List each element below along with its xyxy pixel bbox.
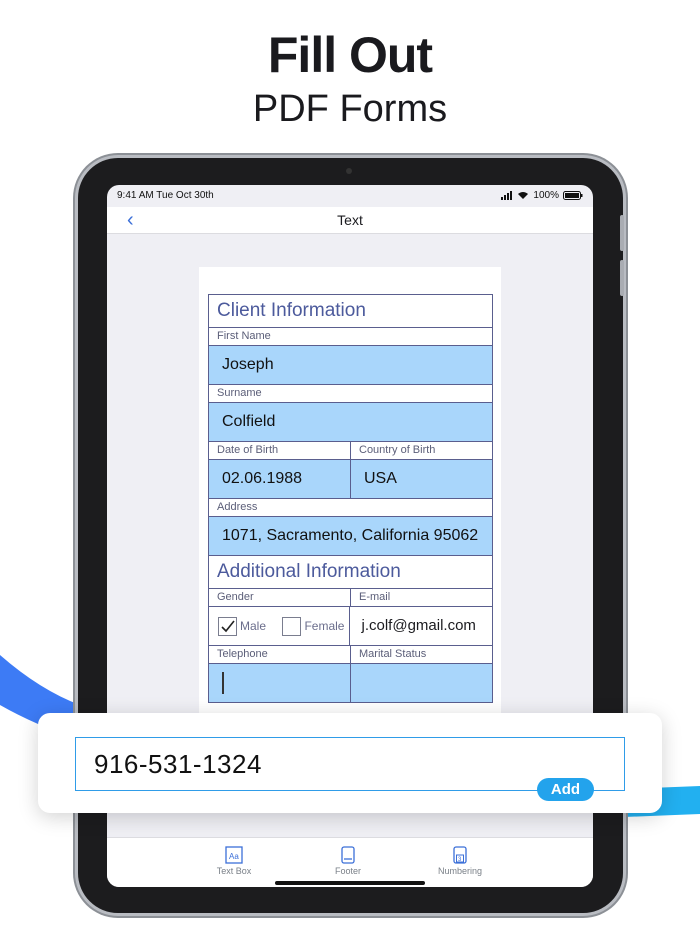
tab-footer[interactable]: Footer bbox=[308, 846, 388, 876]
tab-numbering[interactable]: 3 Numbering bbox=[420, 846, 500, 876]
headline-subtitle: PDF Forms bbox=[252, 88, 448, 130]
headline-title: Fill Out bbox=[267, 27, 433, 83]
text-input-value: 916-531-1324 bbox=[94, 749, 262, 779]
battery-icon bbox=[563, 191, 583, 200]
status-bar: 9:41 AM Tue Oct 30th 100% bbox=[107, 185, 593, 207]
status-time: 9:41 AM Tue Oct 30th bbox=[117, 190, 214, 201]
nav-title: Text bbox=[337, 212, 363, 228]
nav-bar: ‹ Text bbox=[107, 207, 593, 234]
surname-label: Surname bbox=[209, 385, 492, 403]
home-indicator bbox=[275, 881, 425, 885]
dob-label: Date of Birth bbox=[217, 444, 279, 456]
address-field[interactable]: 1071, Sacramento, California 95062 bbox=[209, 517, 492, 556]
tab-text-box[interactable]: Aa Text Box bbox=[194, 846, 274, 876]
volume-button bbox=[620, 260, 624, 296]
text-entry-card: 916-531-1324 Add bbox=[38, 713, 662, 813]
first-name-label: First Name bbox=[209, 328, 492, 346]
camera-icon bbox=[346, 168, 352, 174]
female-checkbox[interactable] bbox=[282, 616, 302, 636]
address-label: Address bbox=[209, 499, 492, 517]
marital-status-field[interactable] bbox=[350, 664, 492, 702]
tab-numbering-label: Numbering bbox=[437, 866, 483, 876]
dob-field[interactable]: 02.06.1988 bbox=[209, 460, 350, 498]
telephone-label: Telephone bbox=[217, 648, 268, 660]
pdf-page: Client Information First Name Joseph Sur… bbox=[199, 267, 501, 717]
numbering-icon: 3 bbox=[453, 846, 467, 864]
email-field[interactable]: j.colf@gmail.com bbox=[348, 607, 493, 645]
gender-label: Gender bbox=[217, 591, 254, 603]
bottom-toolbar: Aa Text Box Footer 3 Numbering bbox=[107, 837, 593, 887]
male-checkbox[interactable] bbox=[218, 616, 237, 636]
female-label: Female bbox=[304, 619, 345, 633]
marital-status-label: Marital Status bbox=[350, 646, 492, 663]
add-button[interactable]: Add bbox=[537, 778, 594, 801]
pdf-form: Client Information First Name Joseph Sur… bbox=[208, 294, 493, 703]
section-additional-information: Additional Information bbox=[209, 556, 492, 589]
cob-field[interactable]: USA bbox=[350, 460, 492, 498]
svg-text:Aa: Aa bbox=[229, 852, 239, 861]
cob-label: Country of Birth bbox=[350, 442, 492, 459]
male-label: Male bbox=[240, 619, 267, 633]
footer-icon bbox=[341, 846, 355, 864]
text-box-icon: Aa bbox=[225, 846, 243, 864]
section-client-information: Client Information bbox=[209, 295, 492, 328]
battery-percent: 100% bbox=[533, 190, 559, 201]
tab-text-box-label: Text Box bbox=[216, 866, 252, 876]
surname-field[interactable]: Colfield bbox=[209, 403, 492, 442]
checkmark-icon bbox=[221, 620, 235, 632]
tab-footer-label: Footer bbox=[334, 866, 361, 876]
text-cursor bbox=[222, 672, 224, 694]
first-name-field[interactable]: Joseph bbox=[209, 346, 492, 385]
telephone-field[interactable] bbox=[209, 664, 350, 702]
wifi-icon bbox=[518, 192, 529, 199]
volume-button bbox=[620, 215, 624, 251]
email-label: E-mail bbox=[350, 589, 492, 606]
gender-options: Male Female bbox=[209, 607, 349, 645]
signal-icon bbox=[501, 191, 513, 200]
